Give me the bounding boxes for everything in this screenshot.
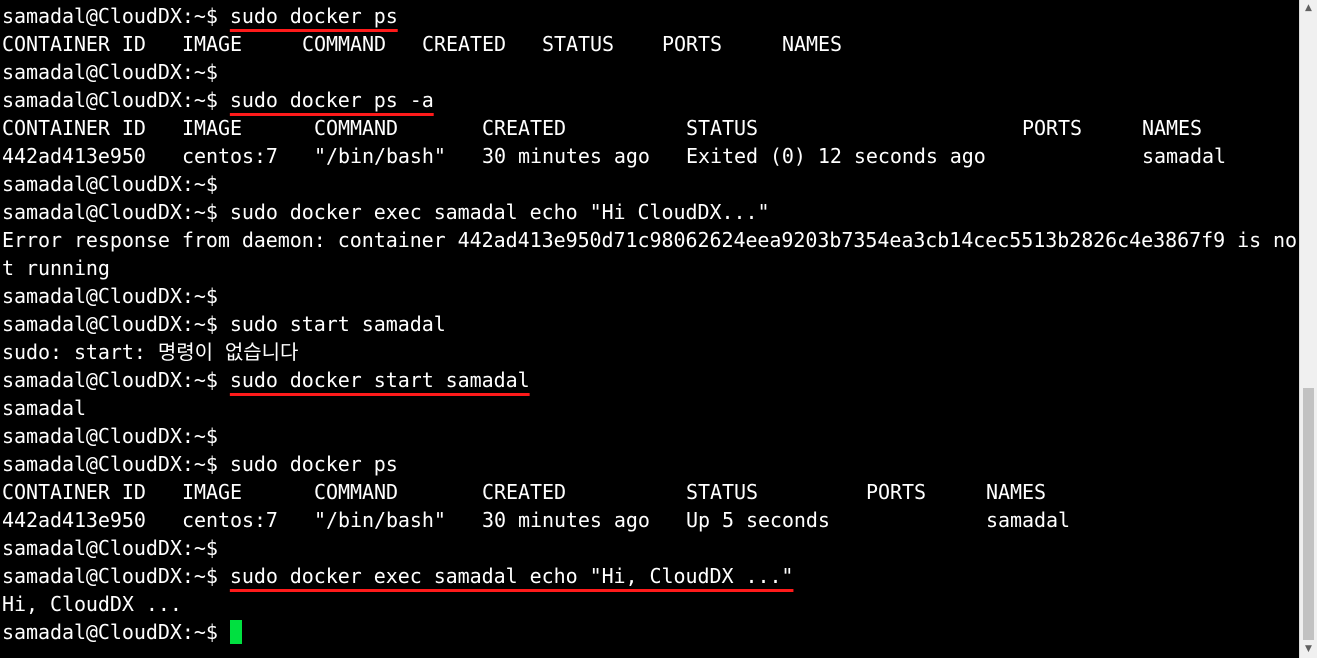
terminal-line: samadal@CloudDX:~$ sudo docker start sam…	[2, 366, 1297, 394]
text-cursor	[229, 620, 242, 644]
table-cell: NAMES	[986, 480, 1046, 504]
table-cell: CREATED	[482, 480, 566, 504]
terminal-line: 442ad413e950 centos:7 "/bin/bash" 30 minute…	[2, 142, 1297, 170]
table-cell: IMAGE	[182, 116, 242, 140]
table-cell: centos:7	[182, 144, 278, 168]
shell-prompt: samadal@CloudDX:~$	[2, 424, 230, 448]
table-cell: STATUS	[686, 116, 758, 140]
terminal-line: samadal	[2, 394, 1297, 422]
terminal-line: samadal@CloudDX:~$ sudo docker ps	[2, 2, 1297, 30]
command-text: sudo docker exec samadal echo "Hi CloudD…	[229, 200, 770, 224]
table-cell: IMAGE	[182, 480, 242, 504]
table-cell: COMMAND	[314, 116, 398, 140]
table-cell: Up 5 seconds	[686, 508, 830, 532]
command-output: Hi, CloudDX ...	[2, 592, 182, 616]
terminal-line: samadal@CloudDX:~$	[2, 422, 1297, 450]
command-text: sudo docker ps	[229, 452, 398, 476]
table-cell: CONTAINER ID	[2, 32, 146, 56]
terminal-line: CONTAINER ID IMAGE COMMAND CREATED STATUS POR…	[2, 30, 1297, 58]
shell-prompt: samadal@CloudDX:~$	[2, 368, 230, 392]
table-cell: COMMAND	[302, 32, 386, 56]
scrollbar-thumb[interactable]	[1303, 388, 1314, 640]
command-output: Error response from daemon: container 44…	[2, 228, 1298, 252]
command-output: samadal	[2, 396, 86, 420]
terminal-line: CONTAINER ID IMAGE COMMAND CREATED STATUS POR…	[2, 114, 1297, 142]
terminal-line: 442ad413e950 centos:7 "/bin/bash" 30 minute…	[2, 506, 1297, 534]
shell-prompt: samadal@CloudDX:~$	[2, 620, 230, 644]
table-cell: CONTAINER ID	[2, 116, 146, 140]
highlighted-command: sudo docker ps	[229, 4, 398, 28]
shell-prompt: samadal@CloudDX:~$	[2, 536, 230, 560]
terminal-output: samadal@CloudDX:~$ sudo docker ps CONTAIN…	[2, 2, 1297, 646]
table-cell: PORTS	[1022, 116, 1082, 140]
shell-prompt: samadal@CloudDX:~$	[2, 88, 230, 112]
terminal-window[interactable]: samadal@CloudDX:~$ sudo docker ps CONTAIN…	[0, 0, 1299, 658]
table-cell: centos:7	[182, 508, 278, 532]
shell-prompt: samadal@CloudDX:~$	[2, 172, 230, 196]
shell-prompt: samadal@CloudDX:~$	[2, 200, 230, 224]
command-output: t running	[2, 256, 110, 280]
table-cell: PORTS	[866, 480, 926, 504]
terminal-line: samadal@CloudDX:~$	[2, 282, 1297, 310]
table-cell: NAMES	[1142, 116, 1202, 140]
shell-prompt: samadal@CloudDX:~$	[2, 452, 230, 476]
terminal-line: samadal@CloudDX:~$	[2, 618, 1297, 646]
terminal-line: samadal@CloudDX:~$ sudo start samadal	[2, 310, 1297, 338]
table-cell: PORTS	[662, 32, 722, 56]
shell-prompt: samadal@CloudDX:~$	[2, 312, 230, 336]
highlighted-command: sudo docker exec samadal echo "Hi, Cloud…	[229, 564, 794, 588]
shell-prompt: samadal@CloudDX:~$	[2, 60, 230, 84]
table-cell: STATUS	[542, 32, 614, 56]
shell-prompt: samadal@CloudDX:~$	[2, 4, 230, 28]
table-cell: CREATED	[482, 116, 566, 140]
command-output: sudo: start: 명령이 없습니다	[2, 340, 299, 364]
terminal-line: t running	[2, 254, 1297, 282]
highlighted-command: sudo docker start samadal	[229, 368, 530, 392]
table-cell: "/bin/bash"	[314, 508, 446, 532]
table-cell: 30 minutes ago	[482, 144, 650, 168]
table-cell: 442ad413e950	[2, 508, 146, 532]
shell-prompt: samadal@CloudDX:~$	[2, 564, 230, 588]
table-cell: NAMES	[782, 32, 842, 56]
table-cell: 442ad413e950	[2, 144, 146, 168]
table-cell: CREATED	[422, 32, 506, 56]
terminal-line: Hi, CloudDX ...	[2, 590, 1297, 618]
terminal-line: samadal@CloudDX:~$ sudo docker exec sama…	[2, 198, 1297, 226]
terminal-line: CONTAINER ID IMAGE COMMAND CREATED STATUS POR…	[2, 478, 1297, 506]
table-cell: CONTAINER ID	[2, 480, 146, 504]
highlighted-command: sudo docker ps -a	[229, 88, 434, 112]
terminal-line: samadal@CloudDX:~$ sudo docker exec sama…	[2, 562, 1297, 590]
table-cell: STATUS	[686, 480, 758, 504]
scroll-up-arrow-icon[interactable]: ▲	[1300, 0, 1317, 17]
scroll-down-arrow-icon[interactable]: ▼	[1300, 641, 1317, 658]
vertical-scrollbar[interactable]: ▲ ▼	[1299, 0, 1317, 658]
table-cell: 30 minutes ago	[482, 508, 650, 532]
terminal-line: samadal@CloudDX:~$ sudo docker ps	[2, 450, 1297, 478]
terminal-line: sudo: start: 명령이 없습니다	[2, 338, 1297, 366]
terminal-line: samadal@CloudDX:~$	[2, 58, 1297, 86]
shell-prompt: samadal@CloudDX:~$	[2, 284, 230, 308]
table-cell: samadal	[986, 508, 1070, 532]
terminal-line: samadal@CloudDX:~$ sudo docker ps -a	[2, 86, 1297, 114]
terminal-line: Error response from daemon: container 44…	[2, 226, 1297, 254]
command-text: sudo start samadal	[229, 312, 446, 336]
table-cell: samadal	[1142, 144, 1226, 168]
terminal-line: samadal@CloudDX:~$	[2, 170, 1297, 198]
table-cell: Exited (0) 12 seconds ago	[686, 144, 986, 168]
table-cell: "/bin/bash"	[314, 144, 446, 168]
table-cell: IMAGE	[182, 32, 242, 56]
terminal-line: samadal@CloudDX:~$	[2, 534, 1297, 562]
table-cell: COMMAND	[314, 480, 398, 504]
